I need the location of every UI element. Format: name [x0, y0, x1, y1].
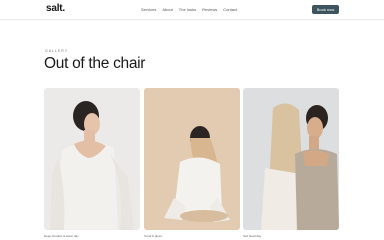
nav-link-the-looks[interactable]: The looks: [179, 7, 196, 12]
gallery-photo-3[interactable]: [243, 88, 339, 230]
section-title: Out of the chair: [44, 55, 146, 72]
gallery-caption: Sell head day: [243, 234, 262, 238]
nav-link-services[interactable]: Services: [141, 7, 156, 12]
main-nav: Services About The looks Reviews Contact: [141, 7, 237, 12]
nav-link-about[interactable]: About: [162, 7, 172, 12]
photo-icon: [243, 88, 339, 230]
photo-icon: [144, 88, 240, 230]
nav-link-contact[interactable]: Contact: [223, 7, 237, 12]
gallery-photo-2[interactable]: [144, 88, 240, 230]
gallery-photo-1[interactable]: [44, 88, 140, 230]
gallery-card[interactable]: Deep shadow & wave day: [44, 88, 140, 238]
header-divider: [0, 19, 384, 20]
gallery-card[interactable]: Sell head day: [243, 88, 339, 238]
gallery-caption: Deep shadow & wave day: [44, 234, 79, 238]
gallery-card[interactable]: Tonal & gloss: [144, 88, 240, 238]
gallery-caption: Tonal & gloss: [144, 234, 162, 238]
nav-link-reviews[interactable]: Reviews: [202, 7, 217, 12]
book-now-button[interactable]: Book now: [312, 5, 339, 14]
photo-icon: [44, 88, 140, 230]
section-eyebrow: GALLERY: [45, 49, 69, 53]
brand-logo[interactable]: salt.: [46, 3, 65, 14]
top-nav-bar: salt. Services About The looks Reviews C…: [0, 0, 384, 20]
